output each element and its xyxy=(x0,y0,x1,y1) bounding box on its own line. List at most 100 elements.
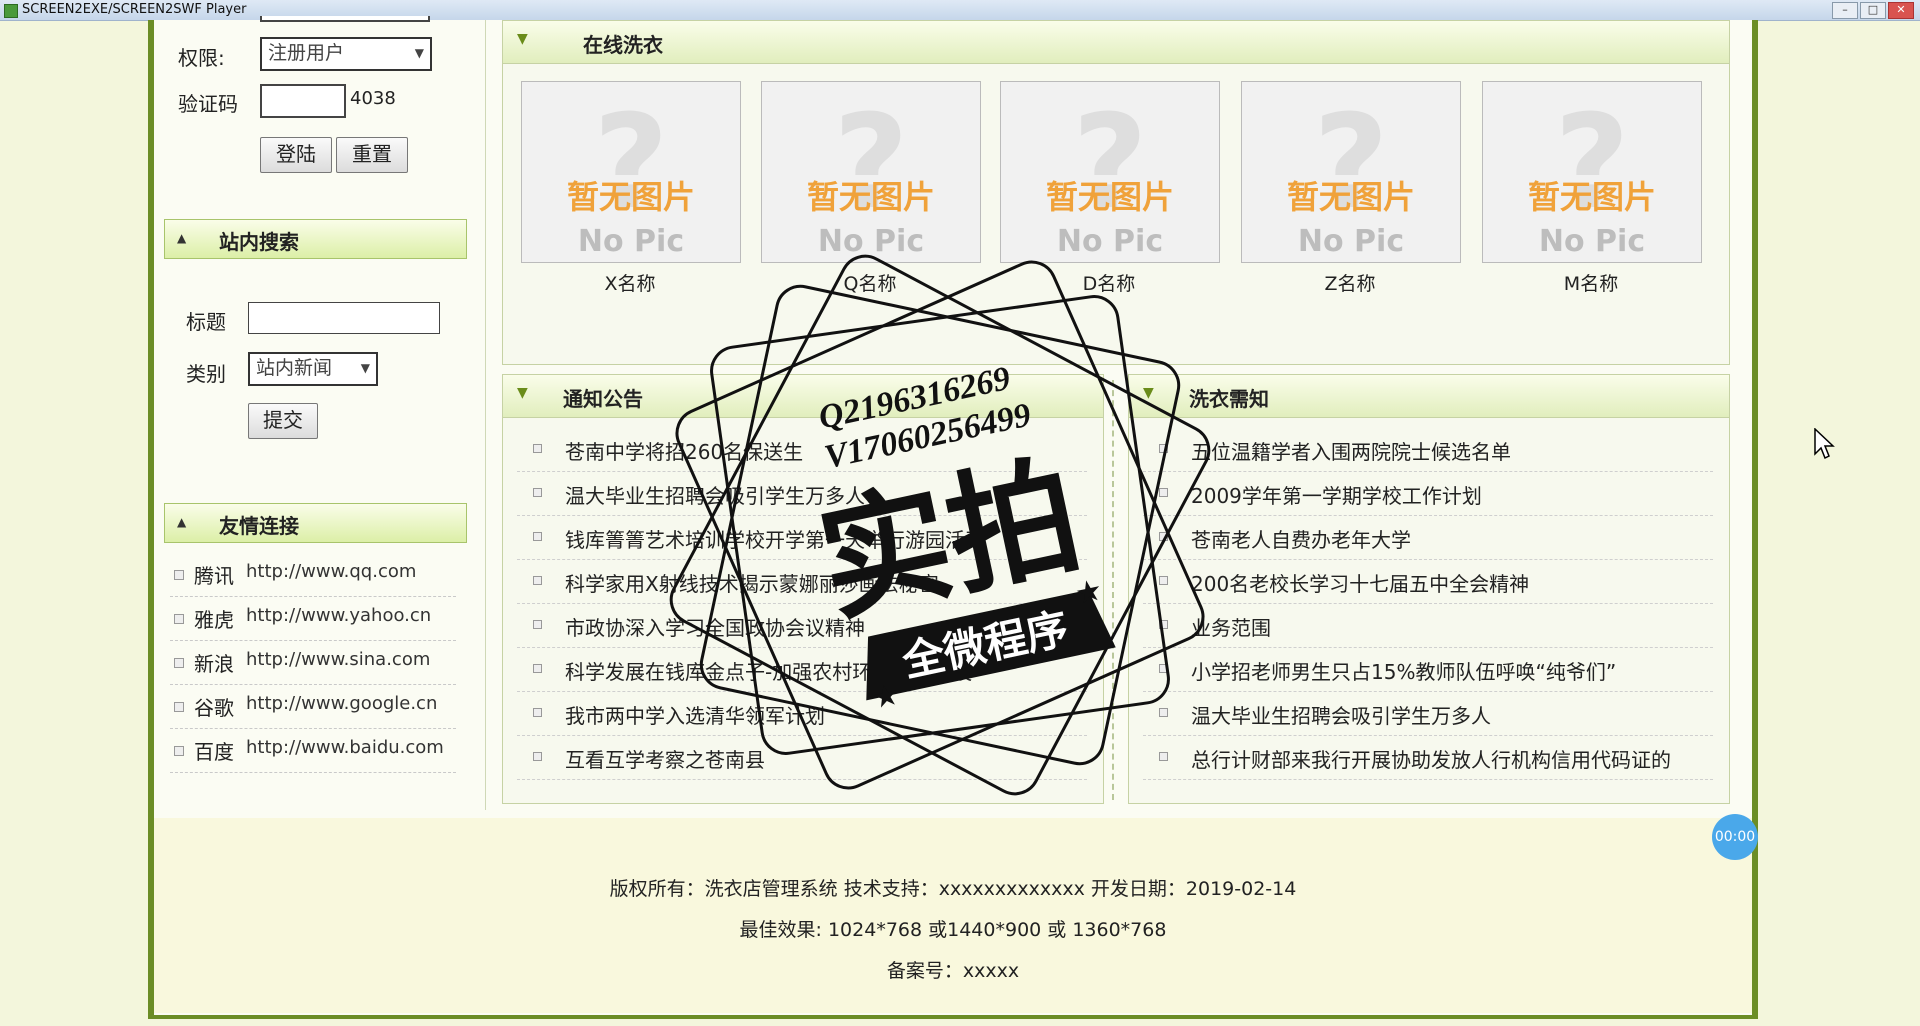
no-pic-zh: 暂无图片 xyxy=(1045,178,1174,216)
link-url[interactable]: http://www.sina.com xyxy=(246,649,430,670)
bullet-icon xyxy=(174,570,184,580)
online-laundry-header: ▼ 在线洗衣 xyxy=(503,21,1729,64)
footer-resolution: 最佳效果: 1024*768 或1440*900 或 1360*768 xyxy=(739,919,1167,941)
list-item[interactable]: 温大毕业生招聘会吸引学生万多人 xyxy=(1143,691,1713,736)
title-input[interactable] xyxy=(248,302,440,334)
captcha-label: 验证码 xyxy=(178,92,238,116)
list-item-title[interactable]: 业务范围 xyxy=(1191,612,1271,641)
no-pic-image[interactable]: ? 暂无图片 No Pic xyxy=(761,81,981,263)
list-item-title[interactable]: 我市两中学入选清华领军计划 xyxy=(565,700,825,729)
column-divider xyxy=(485,20,486,810)
search-header: ▲ 站内搜索 xyxy=(164,219,467,259)
list-item-title[interactable]: 科学家用X射线技术揭示蒙娜丽莎画法秘密 xyxy=(565,568,939,597)
list-item[interactable]: 钱库箐箐艺术培训学校开学第一天举行游园活动 xyxy=(517,515,1087,560)
footer: 版权所有：洗衣店管理系统 技术支持：xxxxxxxxxxxxx 开发日期：201… xyxy=(154,818,1752,1013)
category-select[interactable]: 站内新闻 ▼ xyxy=(248,352,378,386)
list-item-title[interactable]: 市政协深入学习全国政协会议精神 xyxy=(565,612,865,641)
footer-copyright: 版权所有：洗衣店管理系统 技术支持：xxxxxxxxxxxxx 开发日期：201… xyxy=(609,878,1297,900)
list-item-title[interactable]: 苍南中学将招260名保送生 xyxy=(565,436,803,465)
links-header-label: 友情连接 xyxy=(219,514,299,538)
list-item[interactable]: 市政协深入学习全国政协会议精神 xyxy=(517,603,1087,648)
link-url[interactable]: http://www.google.cn xyxy=(246,693,437,714)
sidebar: 权限: 注册用户 ▼ 验证码 4038 登陆 重置 ▲ 站内搜索 标题 类别 站内新… xyxy=(164,16,474,810)
list-item[interactable]: 200名老校长学习十七届五中全会精神 xyxy=(1143,559,1713,604)
triangle-icon: ▲ xyxy=(177,231,187,245)
product-card[interactable]: ? 暂无图片 No Pic M名称 xyxy=(1482,81,1702,297)
list-item[interactable]: 业务范围 xyxy=(1143,603,1713,648)
list-item-title[interactable]: 五位温籍学者入围两院院士候选名单 xyxy=(1191,436,1511,465)
no-pic-zh: 暂无图片 xyxy=(566,178,695,216)
password-input[interactable] xyxy=(260,16,430,22)
list-item[interactable]: 互看互学考察之苍南县 xyxy=(517,735,1087,780)
link-item[interactable]: 腾讯 http://www.qq.com xyxy=(170,554,456,597)
list-item-title[interactable]: 总行计财部来我行开展协助发放人行机构信用代码证的 xyxy=(1191,744,1671,773)
product-card[interactable]: ? 暂无图片 No Pic Z名称 xyxy=(1241,81,1461,297)
bullet-icon xyxy=(1159,708,1168,717)
captcha-input[interactable] xyxy=(260,84,346,118)
page-bottom-border xyxy=(148,1015,1758,1019)
submit-button[interactable]: 提交 xyxy=(248,403,318,439)
maximize-button[interactable]: □ xyxy=(1860,2,1886,19)
list-item-title[interactable]: 科学发展在钱库金点子-加强农村环境卫生建设 xyxy=(565,656,972,685)
list-item[interactable]: 温大毕业生招聘会吸引学生万多人 xyxy=(517,471,1087,516)
list-item[interactable]: 2009学年第一学期学校工作计划 xyxy=(1143,471,1713,516)
login-button[interactable]: 登陆 xyxy=(260,137,332,173)
product-card[interactable]: ? 暂无图片 No Pic D名称 xyxy=(1000,81,1220,297)
link-url[interactable]: http://www.baidu.com xyxy=(246,737,444,758)
product-name[interactable]: M名称 xyxy=(1482,269,1700,296)
bullet-icon xyxy=(174,658,184,668)
bullet-icon xyxy=(1159,664,1168,673)
bullet-icon xyxy=(1159,576,1168,585)
no-pic-en: No Pic xyxy=(817,224,925,259)
product-name[interactable]: Z名称 xyxy=(1241,269,1459,296)
no-pic-image[interactable]: ? 暂无图片 No Pic xyxy=(521,81,741,263)
link-item[interactable]: 新浪 http://www.sina.com xyxy=(170,642,456,685)
product-name[interactable]: D名称 xyxy=(1000,269,1218,296)
list-item[interactable]: 我市两中学入选清华领军计划 xyxy=(517,691,1087,736)
product-card[interactable]: ? 暂无图片 No Pic X名称 xyxy=(521,81,741,297)
product-name[interactable]: X名称 xyxy=(521,269,739,296)
bullet-icon xyxy=(533,664,542,673)
list-item-title[interactable]: 温大毕业生招聘会吸引学生万多人 xyxy=(565,480,865,509)
link-item[interactable]: 谷歌 http://www.google.cn xyxy=(170,686,456,729)
link-url[interactable]: http://www.yahoo.cn xyxy=(246,605,431,626)
perm-select[interactable]: 注册用户 ▼ xyxy=(260,37,432,71)
list-item-title[interactable]: 钱库箐箐艺术培训学校开学第一天举行游园活动 xyxy=(565,524,985,553)
list-item-title[interactable]: 2009学年第一学期学校工作计划 xyxy=(1191,480,1482,509)
no-pic-image[interactable]: ? 暂无图片 No Pic xyxy=(1241,81,1461,263)
list-item[interactable]: 科学发展在钱库金点子-加强农村环境卫生建设 xyxy=(517,647,1087,692)
footer-icp: 备案号：xxxxx xyxy=(886,960,1020,982)
list-item[interactable]: 小学招老师男生只占15%教师队伍呼唤“纯爷们” xyxy=(1143,647,1713,692)
perm-select-value: 注册用户 xyxy=(268,42,345,64)
list-item[interactable]: 五位温籍学者入围两院院士候选名单 xyxy=(1143,427,1713,472)
link-item[interactable]: 百度 http://www.baidu.com xyxy=(170,730,456,773)
product-name[interactable]: Q名称 xyxy=(761,269,979,296)
list-item-title[interactable]: 互看互学考察之苍南县 xyxy=(565,744,765,773)
list-item[interactable]: 总行计财部来我行开展协助发放人行机构信用代码证的 xyxy=(1143,735,1713,780)
no-pic-image[interactable]: ? 暂无图片 No Pic xyxy=(1000,81,1220,263)
page-container: 权限: 注册用户 ▼ 验证码 4038 登陆 重置 ▲ 站内搜索 标题 类别 站内新… xyxy=(148,16,1758,1015)
reset-button[interactable]: 重置 xyxy=(336,137,408,173)
no-pic-image[interactable]: ? 暂无图片 No Pic xyxy=(1482,81,1702,263)
link-name: 百度 xyxy=(194,740,234,764)
bullet-icon xyxy=(174,746,184,756)
list-item-title[interactable]: 苍南老人自费办老年大学 xyxy=(1191,524,1411,553)
bullet-icon xyxy=(533,532,542,541)
list-item[interactable]: 苍南老人自费办老年大学 xyxy=(1143,515,1713,560)
timer-badge[interactable]: 00:00 xyxy=(1712,814,1758,860)
link-item[interactable]: 雅虎 http://www.yahoo.cn xyxy=(170,598,456,641)
product-card[interactable]: ? 暂无图片 No Pic Q名称 xyxy=(761,81,981,297)
list-item[interactable]: 苍南中学将招260名保送生 xyxy=(517,427,1087,472)
list-item-title[interactable]: 200名老校长学习十七届五中全会精神 xyxy=(1191,568,1529,597)
title-label: 标题 xyxy=(186,310,226,334)
bullet-icon xyxy=(533,444,542,453)
minimize-button[interactable]: – xyxy=(1832,2,1858,19)
no-pic-en: No Pic xyxy=(1538,224,1646,259)
close-button[interactable]: ✕ xyxy=(1888,2,1914,19)
list-item-title[interactable]: 温大毕业生招聘会吸引学生万多人 xyxy=(1191,700,1491,729)
laundry-info-header: ▼ 洗衣需知 xyxy=(1129,375,1729,418)
link-url[interactable]: http://www.qq.com xyxy=(246,561,416,582)
list-item[interactable]: 科学家用X射线技术揭示蒙娜丽莎画法秘密 xyxy=(517,559,1087,604)
laundry-info-panel: ▼ 洗衣需知 五位温籍学者入围两院院士候选名单 2009学年第一学期学校工作计划 … xyxy=(1128,374,1730,804)
list-item-title[interactable]: 小学招老师男生只占15%教师队伍呼唤“纯爷们” xyxy=(1191,656,1616,685)
